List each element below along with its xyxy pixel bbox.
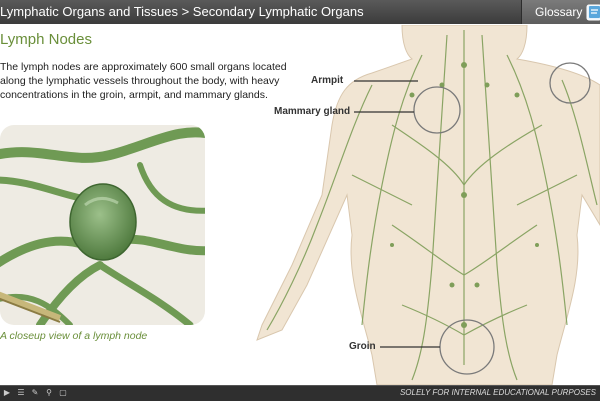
play-icon[interactable]: ▶ bbox=[2, 388, 12, 398]
top-bar: Lymphatic Organs and Tissues > Secondary… bbox=[0, 0, 600, 24]
body-silhouette bbox=[256, 25, 600, 385]
glossary-button[interactable]: Glossary bbox=[521, 0, 600, 24]
lymph-node-closeup-image bbox=[0, 125, 205, 325]
description-text: The lymph nodes are approximately 600 sm… bbox=[0, 61, 287, 101]
image-caption: A closeup view of a lymph node bbox=[0, 330, 148, 342]
bottom-bar: ▶ ☰ ✎ ⚲ ▢ SOLELY FOR INTERNAL EDUCATIONA… bbox=[0, 385, 600, 401]
edit-icon[interactable]: ✎ bbox=[30, 388, 40, 398]
zoom-icon[interactable]: ⚲ bbox=[44, 388, 54, 398]
lymphatic-body-illustration bbox=[256, 25, 600, 385]
label-groin: Groin bbox=[349, 341, 376, 352]
window-icon[interactable]: ▢ bbox=[58, 388, 68, 398]
menu-icon[interactable]: ☰ bbox=[16, 388, 26, 398]
book-icon bbox=[586, 4, 600, 21]
footer-notice: SOLELY FOR INTERNAL EDUCATIONAL PURPOSES bbox=[399, 388, 596, 397]
breadcrumb[interactable]: Lymphatic Organs and Tissues > Secondary… bbox=[0, 4, 364, 19]
label-armpit: Armpit bbox=[311, 75, 344, 86]
page-title: Lymph Nodes bbox=[0, 31, 92, 48]
label-mammary-gland: Mammary gland bbox=[274, 106, 351, 117]
glossary-label: Glossary bbox=[535, 5, 583, 19]
